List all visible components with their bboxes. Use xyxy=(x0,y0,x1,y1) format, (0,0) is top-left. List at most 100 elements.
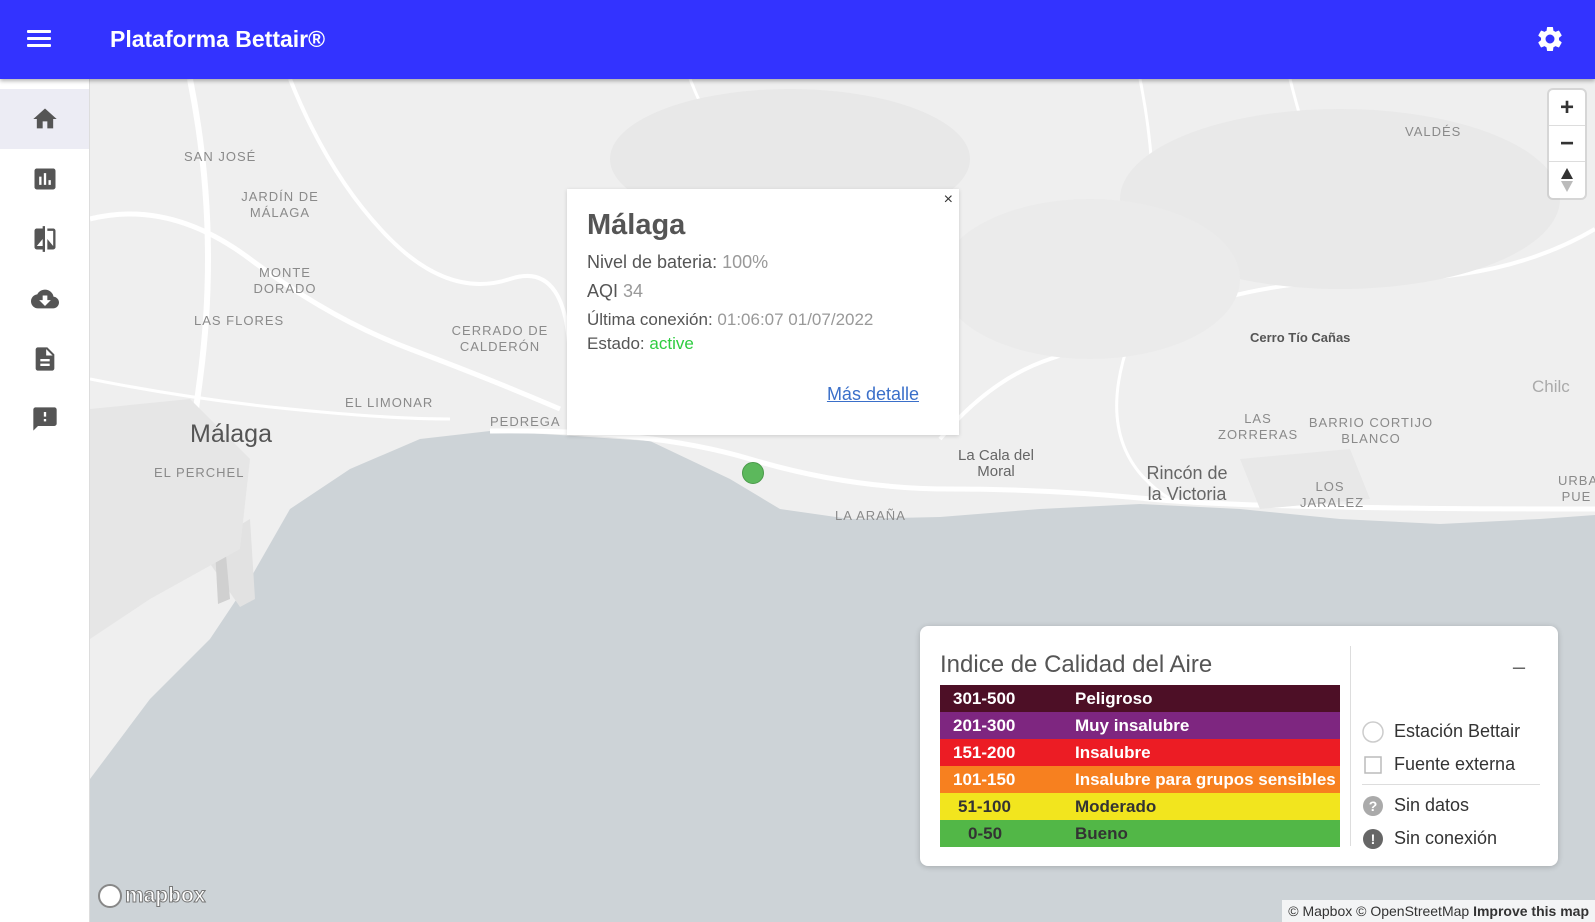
bar-chart-icon xyxy=(34,168,55,190)
map-label: EL LIMONAR xyxy=(345,395,434,410)
aqi-range: 51-100 xyxy=(958,796,1011,816)
station-marker[interactable] xyxy=(742,462,764,484)
map-label: Málaga xyxy=(190,420,272,448)
legend-divider xyxy=(1350,646,1351,846)
aqi-category: Muy insalubre xyxy=(1075,715,1190,735)
aqi-category: Peligroso xyxy=(1075,688,1153,708)
legend-item-label: Sin datos xyxy=(1394,795,1470,815)
legend-item: Estación Bettair xyxy=(1362,715,1540,748)
map-label: BARRIO CORTIJO BLANCO xyxy=(1308,415,1434,446)
aqi-category: Insalubre xyxy=(1075,742,1151,762)
battery-value: 100% xyxy=(722,252,769,272)
svg-text:!: ! xyxy=(1371,831,1376,847)
aqi-table: 301-500 Peligroso 201-300 Muy insalubre 15… xyxy=(940,685,1340,847)
map-label: EL PERCHEL xyxy=(154,465,245,480)
legend-item: ! Sin conexión xyxy=(1362,822,1540,855)
aqi-row: 0-50 Bueno xyxy=(940,820,1340,847)
map-label: CERRADO DE CALDERÓN xyxy=(451,323,549,354)
sidebar-item-download[interactable] xyxy=(0,269,89,329)
more-details-link[interactable]: Más detalle xyxy=(827,384,919,405)
aqi-range: 301-500 xyxy=(953,688,1016,708)
legend-item-label: Sin conexión xyxy=(1394,828,1498,848)
map-label: VALDÉS xyxy=(1405,124,1462,139)
mapbox-logo[interactable]: mapbox xyxy=(98,884,206,908)
aqi-category: Insalubre para grupos sensibles xyxy=(1075,769,1336,789)
map-label: URBA PUE xyxy=(1558,473,1595,504)
aqi-range: 0-50 xyxy=(968,823,1003,843)
map-attribution: © Mapbox © OpenStreetMap Improve this ma… xyxy=(1282,900,1595,922)
legend-item: ? Sin datos xyxy=(1362,789,1540,822)
legend-item-label: Estación Bettair xyxy=(1394,721,1521,741)
map-label: SAN JOSÉ xyxy=(184,149,257,164)
cloud-download-icon xyxy=(30,289,59,309)
map-label: Rincón de la Victoria xyxy=(1146,463,1228,504)
square-icon xyxy=(1362,754,1384,776)
last-connection-label: Última conexión: xyxy=(587,310,713,329)
aqi-row: 151-200 Insalubre xyxy=(940,739,1340,766)
map-label: La Cala del Moral xyxy=(958,447,1034,480)
map-label: LAS FLORES xyxy=(194,313,285,328)
svg-text:?: ? xyxy=(1369,798,1378,814)
zoom-in-button[interactable]: + xyxy=(1549,90,1585,126)
battery-label: Nivel de bateria: xyxy=(587,252,718,272)
question-icon: ? xyxy=(1362,795,1384,817)
popup-title: Málaga xyxy=(587,209,686,241)
aqi-value: 34 xyxy=(623,281,644,301)
map-label: LA ARAÑA xyxy=(835,508,906,523)
compare-icon xyxy=(34,226,55,252)
aqi-row: 201-300 Muy insalubre xyxy=(940,712,1340,739)
legend-title: Indice de Calidad del Aire xyxy=(940,651,1213,678)
legend-item-label: Fuente externa xyxy=(1394,754,1516,774)
aqi-category: Bueno xyxy=(1075,823,1128,843)
attribution-text[interactable]: © Mapbox © OpenStreetMap xyxy=(1288,903,1469,919)
sidebar-item-feedback[interactable] xyxy=(0,389,89,449)
map-label: JARDÍN DE MÁLAGA xyxy=(241,189,319,220)
aqi-row: AQI 34 xyxy=(587,281,939,302)
aqi-category: Moderado xyxy=(1075,796,1157,816)
aqi-row: 101-150 Insalubre para grupos sensibles xyxy=(940,766,1340,793)
map-label: MONTE DORADO xyxy=(253,265,317,296)
app-bar: Plataforma Bettair® xyxy=(0,0,1595,79)
feedback-icon xyxy=(32,407,57,431)
sidebar-item-reports[interactable] xyxy=(0,329,89,389)
status-value: active xyxy=(649,334,694,353)
legend-item: Fuente externa xyxy=(1362,748,1540,781)
aqi-range: 201-300 xyxy=(953,715,1016,735)
compass-icon xyxy=(1561,168,1573,192)
document-icon xyxy=(35,347,54,371)
sidebar-item-compare[interactable] xyxy=(0,209,89,269)
home-icon xyxy=(32,108,57,129)
minimize-button[interactable]: – xyxy=(1510,654,1528,684)
map-label: PEDREGA xyxy=(490,414,561,429)
compass-button[interactable] xyxy=(1549,162,1585,198)
improve-map-link[interactable]: Improve this map xyxy=(1473,903,1589,919)
station-popup: × Málaga Nivel de bateria: 100% AQI 34 Ú… xyxy=(567,189,959,435)
last-connection-row: Última conexión: 01:06:07 01/07/2022 xyxy=(587,310,939,330)
map-label: LAS ZORRERAS xyxy=(1218,411,1299,442)
aqi-range: 101-150 xyxy=(953,769,1016,789)
aqi-row: 51-100 Moderado xyxy=(940,793,1340,820)
aqi-legend: Indice de Calidad del Aire – 301-500 Peli… xyxy=(920,626,1558,866)
sidebar-item-charts[interactable] xyxy=(0,149,89,209)
aqi-label: AQI xyxy=(587,281,619,301)
sidebar xyxy=(0,79,90,922)
last-connection-value: 01:06:07 01/07/2022 xyxy=(717,310,874,329)
aqi-row: 301-500 Peligroso xyxy=(940,685,1340,712)
alert-icon: ! xyxy=(1362,828,1384,850)
map-label: Cerro Tío Cañas xyxy=(1250,330,1351,345)
status-label: Estado: xyxy=(587,334,645,353)
circle-icon xyxy=(1362,720,1384,743)
close-icon[interactable]: × xyxy=(944,191,953,209)
menu-icon[interactable] xyxy=(24,26,54,54)
map-label: Chilc xyxy=(1532,377,1570,396)
zoom-out-button[interactable]: − xyxy=(1549,126,1585,162)
gear-icon[interactable] xyxy=(1535,24,1565,54)
map-view[interactable]: SAN JOSÉ JARDÍN DE MÁLAGA MONTE DORADO L… xyxy=(90,79,1595,922)
zoom-controls: + − xyxy=(1549,90,1585,198)
aqi-range: 151-200 xyxy=(953,742,1016,762)
status-row: Estado: active xyxy=(587,334,939,354)
app-title: Plataforma Bettair® xyxy=(110,26,326,52)
sidebar-item-home[interactable] xyxy=(0,89,89,149)
legend-symbols: Estación Bettair Fuente externa ? Sin da… xyxy=(1362,715,1540,855)
map-label: LOS JARALEZ xyxy=(1300,479,1365,510)
